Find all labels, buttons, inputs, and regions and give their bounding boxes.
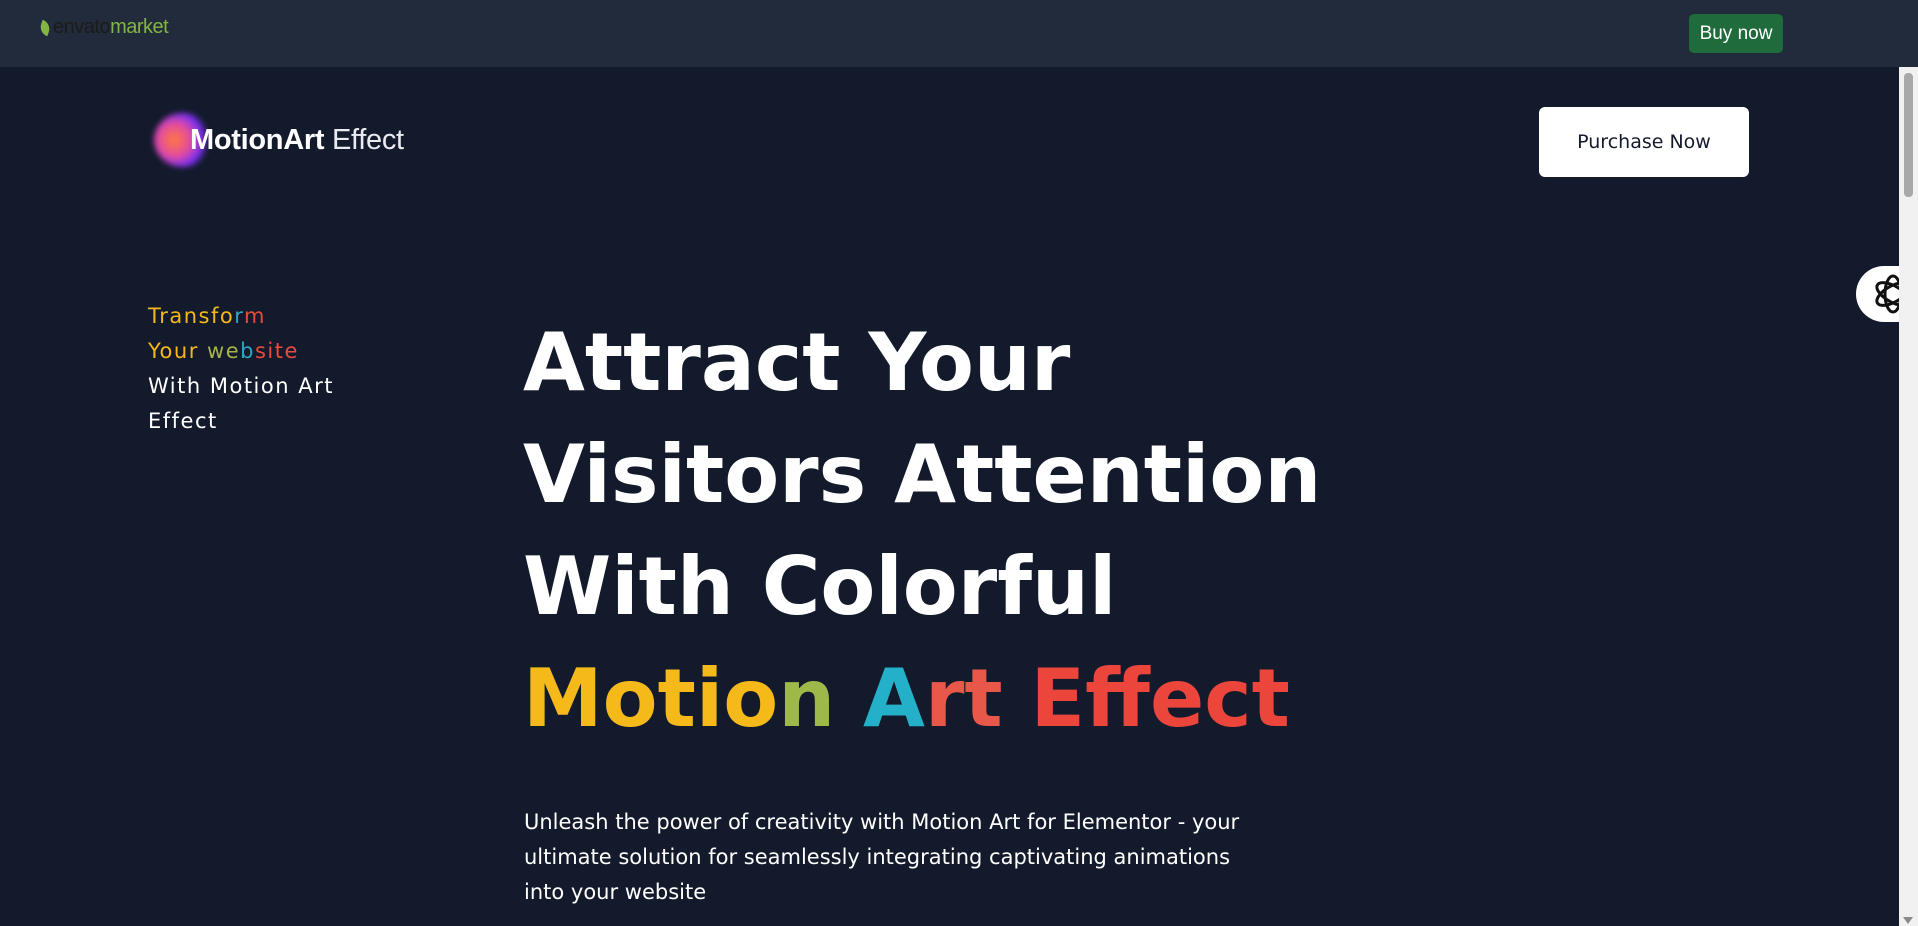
logo-text: MotionArt Effect (190, 124, 404, 157)
scroll-down-arrow-icon[interactable] (1903, 917, 1913, 924)
headline-art-a: A (863, 652, 925, 745)
headline-line-4: Motion Art Effect (523, 643, 1290, 755)
tagline-line-1: Transform (148, 299, 368, 334)
envato-logo-market: market (110, 16, 169, 38)
tagline-line-4: Effect (148, 409, 218, 433)
hero-tagline: Transform Your website With Motion Art E… (148, 299, 368, 439)
tagline-letter: b (240, 339, 255, 363)
headline-line-1: Attract Your (523, 316, 1071, 409)
tagline-letter: site (254, 339, 299, 363)
tagline-letter: r (234, 304, 245, 328)
headline-motion: Motio (523, 652, 779, 745)
motionart-logo[interactable]: MotionArt Effect (150, 113, 430, 167)
purchase-now-button[interactable]: Purchase Now (1539, 107, 1749, 177)
page-scrollbar[interactable] (1899, 67, 1918, 926)
tagline-line-2: Your website (148, 334, 368, 369)
hero-headline: Attract Your Visitors Attention With Col… (523, 307, 1322, 755)
tagline-word: Transfo (148, 304, 235, 328)
hero-description: Unleash the power of creativity with Mot… (524, 810, 1240, 904)
envato-market-logo[interactable]: envato market (37, 16, 169, 39)
buy-now-button[interactable]: Buy now (1689, 14, 1783, 53)
logo-text-light: Effect (331, 123, 404, 156)
tagline-letter: we (207, 339, 241, 363)
headline-effect: Effect (1030, 652, 1290, 745)
tagline-line-3: With Motion Art (148, 374, 334, 398)
tagline-word: Your (148, 339, 208, 363)
envato-leaf-icon (37, 19, 53, 36)
headline-line-3: With Colorful (523, 540, 1117, 633)
tagline-letter: m (244, 304, 266, 328)
site-preview: MotionArt Effect Purchase Now Transform … (0, 67, 1899, 926)
headline-line-2: Visitors Attention (523, 428, 1322, 521)
envato-logo-word: envato (53, 16, 111, 38)
envato-topbar: envato market Buy now (0, 0, 1918, 67)
headline-motion-end: n (778, 652, 836, 745)
scrollbar-thumb[interactable] (1904, 73, 1913, 197)
logo-text-bold: MotionArt (190, 123, 325, 156)
headline-art-rest: rt (924, 652, 1003, 745)
